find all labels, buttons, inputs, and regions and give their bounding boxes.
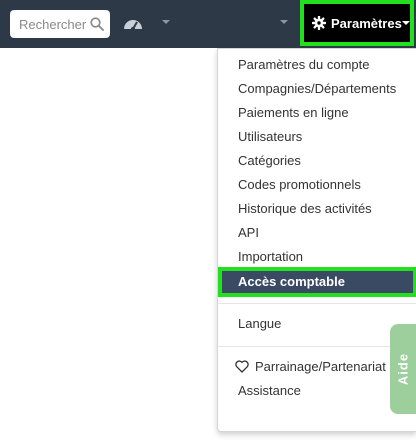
menu-item-users[interactable]: Utilisateurs xyxy=(238,127,302,147)
top-navbar: Paramètres xyxy=(0,0,416,48)
menu-item-support[interactable]: Assistance xyxy=(238,381,301,401)
menu-item-promo-codes[interactable]: Codes promotionnels xyxy=(238,175,361,195)
menu-item-companies-departments[interactable]: Compagnies/Départements xyxy=(238,79,396,99)
secondary-dropdown-caret[interactable] xyxy=(280,20,288,24)
menu-item-import[interactable]: Importation xyxy=(238,247,303,267)
settings-dropdown-menu: Paramètres du compte Compagnies/Départem… xyxy=(217,48,416,432)
settings-caret-icon xyxy=(402,21,410,25)
help-tab-label: Aide xyxy=(395,352,411,386)
dashboard-dropdown-caret[interactable] xyxy=(162,20,170,24)
menu-item-api[interactable]: API xyxy=(238,223,259,243)
menu-divider xyxy=(218,346,416,347)
menu-item-online-payments[interactable]: Paiements en ligne xyxy=(238,103,349,123)
menu-item-account-settings[interactable]: Paramètres du compte xyxy=(238,55,370,75)
settings-menu-button[interactable]: Paramètres xyxy=(300,0,414,46)
gear-icon xyxy=(312,16,326,30)
menu-divider xyxy=(218,303,416,304)
accounting-access-label: Accès comptable xyxy=(238,274,345,289)
settings-label: Paramètres xyxy=(331,16,402,31)
menu-item-accounting-access[interactable]: Accès comptable xyxy=(218,267,416,297)
search-input[interactable] xyxy=(10,10,90,38)
dashboard-gauge-icon[interactable] xyxy=(122,14,144,34)
heart-icon xyxy=(235,360,249,373)
help-tab[interactable]: Aide xyxy=(390,324,416,414)
search-icon[interactable] xyxy=(90,17,104,31)
menu-item-categories[interactable]: Catégories xyxy=(238,151,301,171)
menu-item-activity-history[interactable]: Historique des activités xyxy=(238,199,372,219)
menu-item-referral[interactable]: Parrainage/Partenariat xyxy=(255,357,386,377)
menu-item-language[interactable]: Langue xyxy=(238,314,281,334)
search-box[interactable] xyxy=(10,10,110,38)
